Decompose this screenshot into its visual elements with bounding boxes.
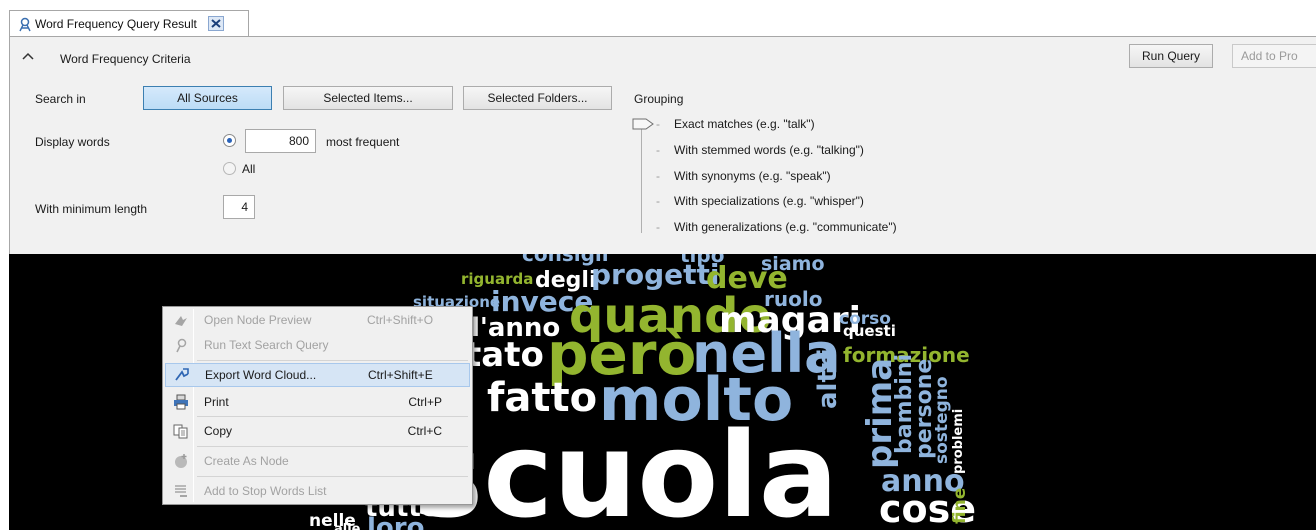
word-frequency-criteria-panel: Word Frequency Criteria Run Query Add to… — [9, 36, 1316, 254]
display-words-label: Display words — [35, 135, 110, 149]
tab-strip: Word Frequency Query Result — [0, 0, 1316, 36]
export-icon — [174, 367, 190, 383]
menu-item-run-text-search-query[interactable]: Run Text Search Query — [165, 333, 470, 357]
create-node-icon — [173, 453, 189, 469]
grouping-slider-thumb[interactable] — [632, 118, 654, 130]
cloud-word: questi — [843, 322, 896, 340]
run-query-button[interactable]: Run Query — [1129, 44, 1213, 68]
menu-separator — [197, 416, 468, 417]
chevron-up-icon[interactable] — [22, 52, 34, 60]
selected-folders-button[interactable]: Selected Folders... — [463, 86, 612, 110]
grouping-slider-track[interactable] — [641, 127, 642, 233]
menu-separator — [197, 360, 468, 361]
menu-item-copy[interactable]: Copy Ctrl+C — [165, 419, 470, 443]
grouping-option-stemmed[interactable]: - With stemmed words (e.g. "talking") — [656, 143, 864, 157]
criteria-title: Word Frequency Criteria — [60, 52, 191, 66]
tab-word-frequency-result[interactable]: Word Frequency Query Result — [9, 10, 249, 36]
all-words-label: All — [242, 162, 256, 176]
selected-items-button[interactable]: Selected Items... — [283, 86, 453, 110]
minimum-length-input[interactable]: 4 — [223, 195, 255, 219]
menu-item-open-node-preview[interactable]: Open Node Preview Ctrl+Shift+O — [165, 308, 470, 332]
printer-icon — [173, 394, 189, 410]
search-in-label: Search in — [35, 92, 86, 106]
tab-title: Word Frequency Query Result — [35, 16, 197, 31]
node-preview-icon — [173, 312, 189, 328]
cloud-word: tato — [465, 335, 544, 375]
grouping-option-generalizations[interactable]: - With generalizations (e.g. "communicate… — [656, 220, 897, 234]
copy-icon — [173, 423, 189, 439]
grouping-option-exact[interactable]: - Exact matches (e.g. "talk") — [656, 117, 815, 131]
grouping-label: Grouping — [634, 92, 684, 106]
grouping-option-specializations[interactable]: - With specializations (e.g. "whisper") — [656, 194, 864, 208]
cloud-word: sostegno — [932, 376, 952, 464]
add-to-project-button[interactable]: Add to Pro — [1232, 44, 1316, 68]
cloud-word: progetti — [591, 258, 720, 291]
most-frequent-label: most frequent — [326, 135, 400, 149]
menu-separator — [197, 446, 468, 447]
close-icon[interactable] — [207, 16, 224, 31]
menu-item-create-as-node[interactable]: Create As Node — [165, 449, 470, 473]
most-frequent-radio[interactable] — [223, 134, 236, 147]
text-search-icon — [173, 337, 189, 353]
all-words-radio[interactable] — [223, 162, 236, 175]
menu-item-add-to-stop-words-list[interactable]: Add to Stop Words List — [165, 479, 470, 503]
cloud-word: scuola — [413, 406, 838, 530]
all-sources-button[interactable]: All Sources — [143, 86, 272, 110]
stop-words-icon — [173, 483, 189, 499]
minimum-length-label: With minimum length — [35, 202, 148, 216]
menu-item-export-word-cloud[interactable]: Export Word Cloud... Ctrl+Shift+E — [165, 363, 470, 387]
grouping-option-synonyms[interactable]: - With synonyms (e.g. "speak") — [656, 169, 831, 183]
menu-item-print[interactable]: Print Ctrl+P — [165, 390, 470, 414]
cloud-word: altri — [813, 348, 843, 409]
context-menu: Open Node Preview Ctrl+Shift+O Run Text … — [162, 306, 473, 505]
cloud-word: alle — [334, 522, 361, 530]
cloud-word: fine — [950, 488, 970, 524]
menu-separator — [197, 476, 468, 477]
query-result-icon — [19, 17, 31, 31]
display-count-input[interactable]: 800 — [245, 129, 316, 153]
